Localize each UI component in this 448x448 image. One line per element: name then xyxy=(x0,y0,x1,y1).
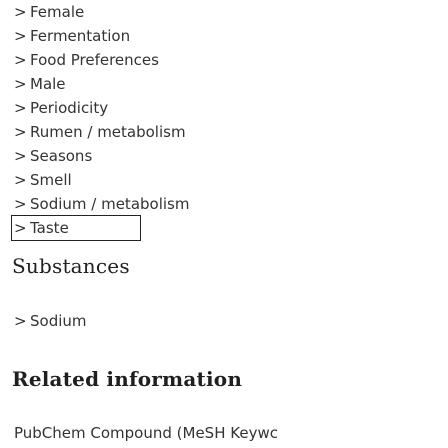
substance-item-sodium[interactable]: > Sodium xyxy=(14,312,87,330)
pubchem-compound-link[interactable]: PubChem Compound (MeSH Keywc xyxy=(14,424,448,442)
chevron-right-icon: > xyxy=(14,312,27,330)
term-item-periodicity[interactable]: > Periodicity xyxy=(12,96,442,120)
term-item-food-preferences[interactable]: > Food Preferences xyxy=(12,48,442,72)
chevron-right-icon: > xyxy=(14,147,27,165)
term-item-rumen-metabolism[interactable]: > Rumen / metabolism xyxy=(12,120,442,144)
chevron-right-icon: > xyxy=(14,3,27,21)
chevron-right-icon: > xyxy=(14,27,27,45)
term-item-smell[interactable]: > Smell xyxy=(12,168,442,192)
substance-label: Sodium xyxy=(30,312,87,330)
term-label: Male xyxy=(30,75,66,93)
mesh-terms-list: > Female > Fermentation > Food Preferences … xyxy=(11,0,442,241)
chevron-right-icon: > xyxy=(14,75,27,93)
term-label: Taste xyxy=(30,219,69,237)
term-item-fermentation[interactable]: > Fermentation xyxy=(12,24,442,48)
term-item-seasons[interactable]: > Seasons xyxy=(12,144,442,168)
term-label: Periodicity xyxy=(30,99,109,117)
term-label: Smell xyxy=(30,171,72,189)
chevron-right-icon: > xyxy=(14,123,27,141)
chevron-right-icon: > xyxy=(14,195,27,213)
chevron-right-icon: > xyxy=(14,51,27,69)
substances-heading: Substances xyxy=(12,254,130,278)
term-label: Fermentation xyxy=(30,27,131,45)
term-label: Sodium / metabolism xyxy=(30,195,190,213)
term-item-sodium-metabolism[interactable]: > Sodium / metabolism xyxy=(12,192,442,216)
term-label: Rumen / metabolism xyxy=(30,123,186,141)
chevron-right-icon: > xyxy=(14,219,27,237)
term-item-taste[interactable]: > Taste xyxy=(11,215,141,241)
term-label: Female xyxy=(30,3,85,21)
term-label: Seasons xyxy=(30,147,93,165)
chevron-right-icon: > xyxy=(14,99,27,117)
term-item-female[interactable]: > Female xyxy=(12,0,442,24)
chevron-right-icon: > xyxy=(14,171,27,189)
related-information-heading: Related information xyxy=(12,367,243,391)
term-item-male[interactable]: > Male xyxy=(12,72,442,96)
term-label: Food Preferences xyxy=(30,51,159,69)
